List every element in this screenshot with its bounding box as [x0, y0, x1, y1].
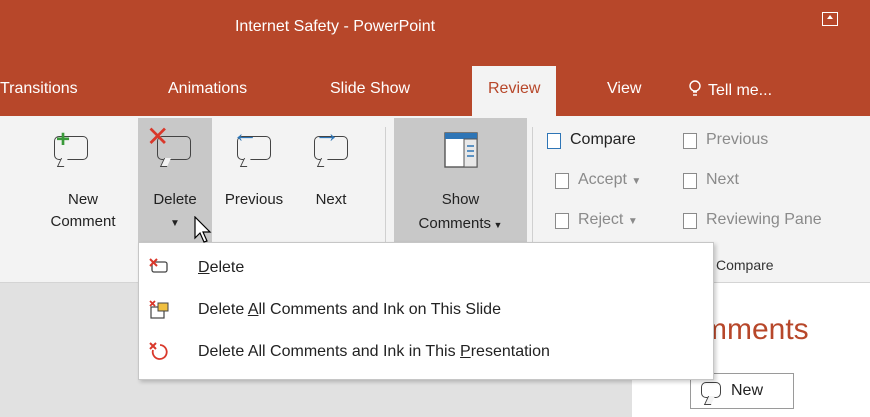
delete-dropdown-menu: Delete Delete All Comments and Ink on Th…: [138, 242, 714, 380]
previous-change-icon: [683, 133, 697, 149]
menu-item-delete-all-slide-label: Delete All Comments and Ink on This Slid…: [198, 301, 501, 318]
red-x-icon: ✕: [146, 121, 170, 152]
menu-item-delete[interactable]: Delete: [139, 249, 713, 289]
new-comment-label-2: Comment: [50, 213, 116, 230]
previous-label: Previous: [224, 191, 284, 208]
compare-icon: [547, 133, 561, 149]
mouse-cursor-icon: [194, 216, 212, 243]
lightbulb-icon: [689, 80, 701, 96]
ribbon-tabs: Transitions Animations Slide Show Review…: [0, 66, 870, 116]
new-button-label: New: [731, 382, 764, 399]
comments-pane-heading: mments: [702, 313, 809, 346]
tab-transitions[interactable]: Transitions: [0, 80, 78, 98]
previous-comment-button[interactable]: ← Previous: [216, 118, 292, 242]
comments-pane-icon: [444, 132, 478, 168]
delete-all-presentation-icon: [149, 342, 168, 360]
plus-icon: +: [56, 126, 71, 153]
next-change-icon: [683, 173, 697, 189]
menu-item-delete-all-presentation-label: Delete All Comments and Ink in This Pres…: [198, 343, 550, 360]
show-comments-button[interactable]: Show Comments ▼: [394, 118, 527, 242]
reject-icon: [555, 213, 569, 229]
left-arrow-icon: ←: [232, 118, 258, 148]
previous-change-button[interactable]: Previous: [706, 131, 768, 149]
reject-label: Reject: [578, 211, 624, 228]
next-change-button[interactable]: Next: [706, 171, 739, 189]
dropdown-arrow-icon: ▼: [627, 216, 638, 227]
tab-animations[interactable]: Animations: [168, 80, 247, 98]
dropdown-arrow-icon[interactable]: ▼: [491, 220, 503, 230]
menu-item-delete-label: Delete: [198, 259, 245, 276]
tab-review[interactable]: Review: [472, 66, 557, 116]
ribbon-display-options-icon[interactable]: [822, 12, 838, 26]
new-comment-label-1: New: [67, 191, 98, 208]
delete-all-slide-icon: [149, 300, 169, 319]
tell-me-box[interactable]: Tell me...: [688, 80, 772, 100]
menu-item-delete-all-presentation[interactable]: Delete All Comments and Ink in This Pres…: [139, 333, 713, 373]
menu-item-delete-all-slide[interactable]: Delete All Comments and Ink on This Slid…: [139, 291, 713, 331]
tell-me-label: Tell me...: [708, 82, 773, 99]
reviewing-pane-button[interactable]: Reviewing Pane: [706, 211, 870, 229]
delete-comment-icon: [149, 258, 168, 273]
new-comment-small-icon: [701, 382, 721, 398]
dropdown-arrow-icon: ▼: [631, 176, 642, 187]
reviewing-pane-icon: [683, 213, 697, 229]
tab-view[interactable]: View: [607, 80, 641, 98]
reject-button[interactable]: Reject ▼: [578, 211, 638, 229]
accept-icon: [555, 173, 569, 189]
accept-label: Accept: [578, 171, 627, 188]
new-comment-button[interactable]: + New Comment: [35, 118, 131, 242]
show-comments-label-1: Show: [441, 191, 480, 208]
show-comments-label-2: Comments: [418, 215, 492, 232]
compare-group-label: Compare: [716, 257, 774, 273]
right-arrow-icon: →: [314, 118, 340, 148]
next-comment-button[interactable]: → Next: [302, 118, 360, 242]
next-label: Next: [315, 191, 347, 208]
delete-label: Delete: [153, 191, 197, 208]
accept-button[interactable]: Accept ▼: [578, 171, 641, 189]
tab-slide-show[interactable]: Slide Show: [330, 80, 410, 98]
window-title: Internet Safety - PowerPoint: [234, 18, 436, 35]
compare-button[interactable]: Compare: [570, 131, 636, 149]
title-bar: Internet Safety - PowerPoint: [0, 0, 870, 66]
